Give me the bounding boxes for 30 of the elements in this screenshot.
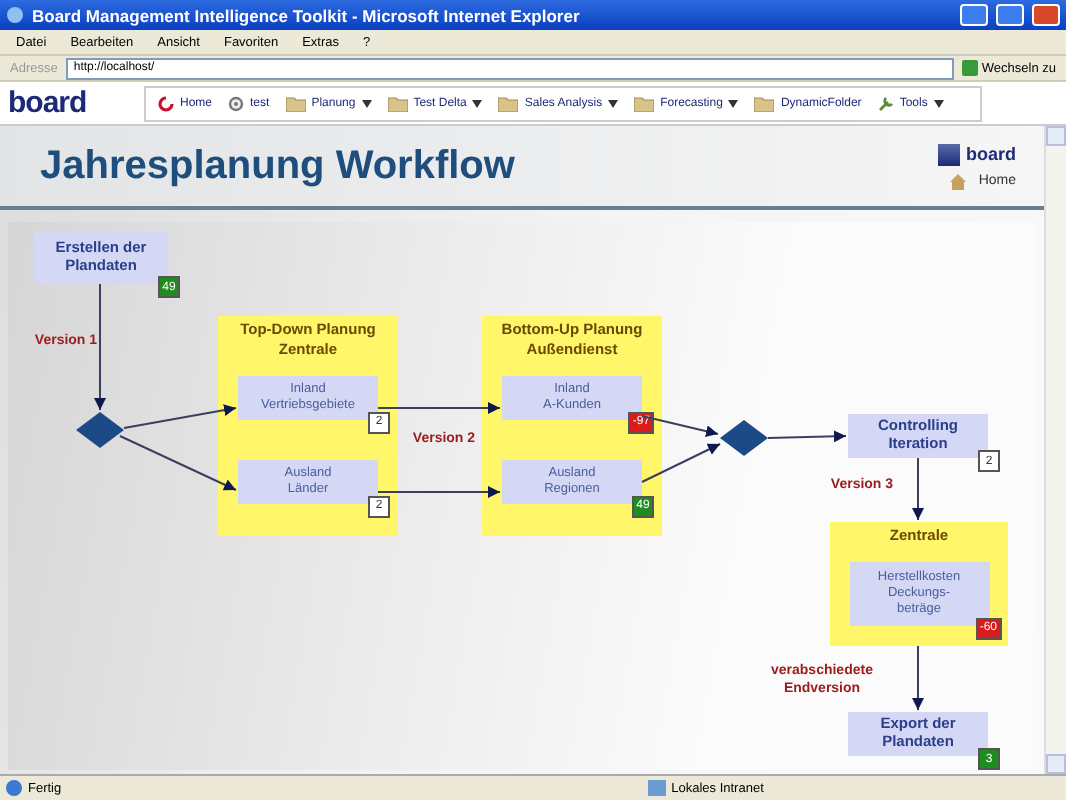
connector-arrow <box>767 430 847 443</box>
connector-arrow <box>119 435 237 491</box>
connector-arrow <box>912 645 924 711</box>
folder-icon <box>387 95 408 111</box>
connector-arrow <box>377 402 501 414</box>
gear-icon <box>228 95 245 111</box>
house-icon <box>950 173 967 189</box>
scrollbar[interactable] <box>1044 126 1066 774</box>
window-title: Board Management Intelligence Toolkit - Microsoft Internet Explorer <box>32 5 582 25</box>
connector-arrow <box>123 404 237 429</box>
decision-diamond <box>76 412 124 448</box>
maximize-button[interactable] <box>996 4 1024 26</box>
connector-arrow <box>377 486 501 498</box>
connector-arrow <box>912 457 924 521</box>
folder-icon <box>498 95 519 111</box>
folder-icon <box>754 95 775 111</box>
connector-arrow <box>641 443 721 483</box>
close-button[interactable] <box>1032 4 1060 26</box>
board-logo: board <box>8 86 89 120</box>
minimize-button[interactable] <box>960 4 988 26</box>
network-icon <box>647 780 666 796</box>
page-icon <box>6 780 22 796</box>
page-title: Jahresplanung Workflow <box>40 143 515 189</box>
folder-icon <box>285 95 306 111</box>
connector-arrow <box>94 283 106 411</box>
folder-icon <box>634 95 655 111</box>
decision-diamond <box>720 420 768 456</box>
browser-icon <box>6 6 24 24</box>
swirl-icon <box>158 95 174 111</box>
board-logo: board <box>937 143 1016 165</box>
